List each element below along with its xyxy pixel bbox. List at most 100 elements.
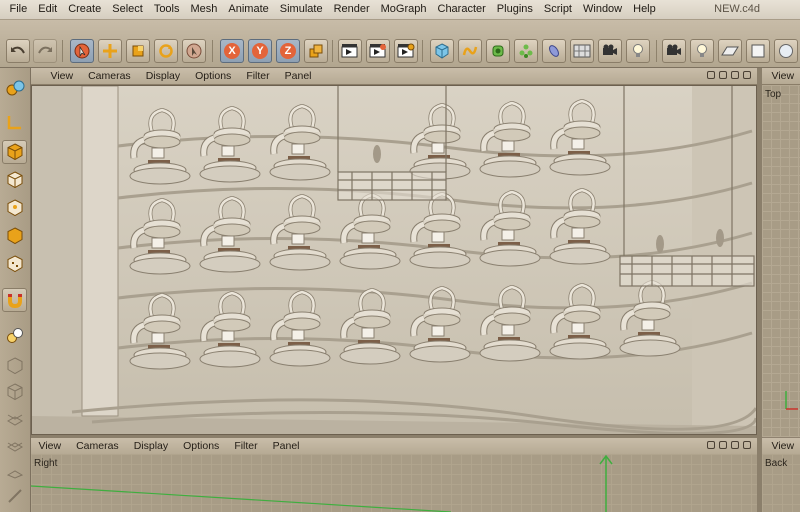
- render-picture-viewer-icon: [369, 44, 386, 58]
- object-mode-button[interactable]: [2, 168, 27, 192]
- right-viewport-axis: [31, 454, 613, 512]
- camera-object-button[interactable]: [662, 39, 686, 63]
- right-viewport-menu-options[interactable]: Options: [176, 438, 227, 454]
- menu-edit[interactable]: Edit: [33, 0, 63, 19]
- menu-render[interactable]: Render: [328, 0, 375, 19]
- menu-bar: File Edit Create Select Tools Mesh Anima…: [0, 0, 800, 20]
- camera-icon: [603, 44, 617, 55]
- array-button[interactable]: [514, 39, 538, 63]
- cube-object-button[interactable]: [430, 39, 454, 63]
- rotate-button[interactable]: [154, 39, 178, 63]
- viewport-menu-display[interactable]: Display: [138, 68, 187, 84]
- nurbs-icon: [492, 45, 504, 57]
- texture-mode-button[interactable]: [2, 380, 27, 404]
- viewport-menu-view[interactable]: View: [43, 68, 81, 84]
- maximize-view-icon[interactable]: [743, 71, 751, 79]
- render-settings-button[interactable]: [394, 39, 418, 63]
- menu-animate[interactable]: Animate: [223, 0, 274, 19]
- uv-points-button[interactable]: [2, 406, 27, 430]
- points-mode-button[interactable]: [2, 196, 27, 220]
- workplane-button[interactable]: [2, 354, 27, 378]
- right-viewport-menu-cameras[interactable]: Cameras: [69, 438, 127, 454]
- back-viewport-header: View: [762, 438, 800, 455]
- render-view-icon: [341, 44, 358, 58]
- snap-magnet-button[interactable]: [2, 288, 27, 312]
- recent-tool-button[interactable]: [182, 39, 206, 63]
- menu-tools[interactable]: Tools: [148, 0, 185, 19]
- live-selection-icon: [74, 43, 90, 59]
- z-axis-lock-icon: Z: [280, 43, 296, 59]
- rotate-view-icon[interactable]: [731, 71, 739, 79]
- back-viewport[interactable]: Back: [762, 454, 800, 512]
- scale-button[interactable]: [126, 39, 150, 63]
- undo-button[interactable]: [6, 39, 30, 63]
- move-view-icon[interactable]: [707, 441, 715, 449]
- menu-simulate[interactable]: Simulate: [274, 0, 328, 19]
- menu-character[interactable]: Character: [432, 0, 491, 19]
- camera-button[interactable]: [598, 39, 622, 63]
- right-viewport-menu-view[interactable]: View: [31, 438, 69, 454]
- background-button[interactable]: [746, 39, 770, 63]
- soft-selection-button[interactable]: [2, 458, 27, 482]
- nurbs-button[interactable]: [486, 39, 510, 63]
- rotate-view-icon[interactable]: [731, 441, 739, 449]
- uv-points-icon: [6, 414, 23, 426]
- menu-help[interactable]: Help: [628, 0, 662, 19]
- viewport-menu-filter[interactable]: Filter: [239, 68, 277, 84]
- z-axis-lock-button[interactable]: Z: [276, 39, 300, 63]
- menu-mograph[interactable]: MoGraph: [375, 0, 432, 19]
- render-view-button[interactable]: [338, 39, 362, 63]
- right-viewport-menu-panel[interactable]: Panel: [265, 438, 307, 454]
- toolbar-separator: [62, 40, 63, 62]
- top-viewport-menu-view[interactable]: View: [764, 68, 800, 84]
- move-button[interactable]: [98, 39, 122, 63]
- viewport-menu-panel[interactable]: Panel: [277, 68, 319, 84]
- perspective-viewport[interactable]: [31, 85, 757, 435]
- zoom-view-icon[interactable]: [719, 441, 727, 449]
- polygons-mode-button[interactable]: [2, 252, 27, 276]
- maximize-view-icon[interactable]: [743, 441, 751, 449]
- right-viewport-menu-display[interactable]: Display: [126, 438, 175, 454]
- toolbar-separator: [422, 40, 423, 62]
- light-object-button[interactable]: [690, 39, 714, 63]
- floor-button[interactable]: [718, 39, 742, 63]
- menu-file[interactable]: File: [4, 0, 33, 19]
- paint-tool-button[interactable]: [2, 484, 27, 508]
- make-editable-button[interactable]: [2, 76, 27, 100]
- model-mode-button[interactable]: [2, 140, 27, 164]
- viewport-menu-options[interactable]: Options: [188, 68, 239, 84]
- scene-floor-button[interactable]: [570, 39, 594, 63]
- menu-mesh[interactable]: Mesh: [185, 0, 223, 19]
- deformer-button[interactable]: [542, 39, 566, 63]
- enable-snap-button[interactable]: [2, 324, 27, 348]
- paint-icon: [7, 489, 22, 503]
- viewport-menu-cameras[interactable]: Cameras: [81, 68, 139, 84]
- top-viewport[interactable]: Top: [762, 85, 800, 437]
- coordinate-system-button[interactable]: [304, 39, 328, 63]
- live-selection-button[interactable]: [70, 39, 94, 63]
- right-viewport-menu-filter[interactable]: Filter: [227, 438, 265, 454]
- deformer-icon: [549, 45, 559, 57]
- zoom-view-icon[interactable]: [719, 71, 727, 79]
- render-picture-viewer-button[interactable]: [366, 39, 390, 63]
- edges-mode-button[interactable]: [2, 224, 27, 248]
- move-view-icon[interactable]: [707, 71, 715, 79]
- menu-script[interactable]: Script: [538, 0, 577, 19]
- toolbar-separator: [656, 40, 657, 62]
- back-viewport-menu-view[interactable]: View: [764, 438, 800, 454]
- y-axis-lock-button[interactable]: Y: [248, 39, 272, 63]
- toolbar-separator: [332, 40, 333, 62]
- x-axis-lock-button[interactable]: X: [220, 39, 244, 63]
- right-viewport[interactable]: Right: [31, 454, 757, 512]
- sky-button[interactable]: [774, 39, 798, 63]
- menu-plugins[interactable]: Plugins: [491, 0, 538, 19]
- menu-select[interactable]: Select: [107, 0, 149, 19]
- redo-button[interactable]: [33, 39, 57, 63]
- uv-polygons-button[interactable]: [2, 432, 27, 456]
- menu-window[interactable]: Window: [578, 0, 628, 19]
- menu-create[interactable]: Create: [63, 0, 107, 19]
- spline-button[interactable]: [458, 39, 482, 63]
- axis-mode-button[interactable]: [2, 110, 27, 134]
- light-button[interactable]: [626, 39, 650, 63]
- render-scene-image: [32, 86, 756, 434]
